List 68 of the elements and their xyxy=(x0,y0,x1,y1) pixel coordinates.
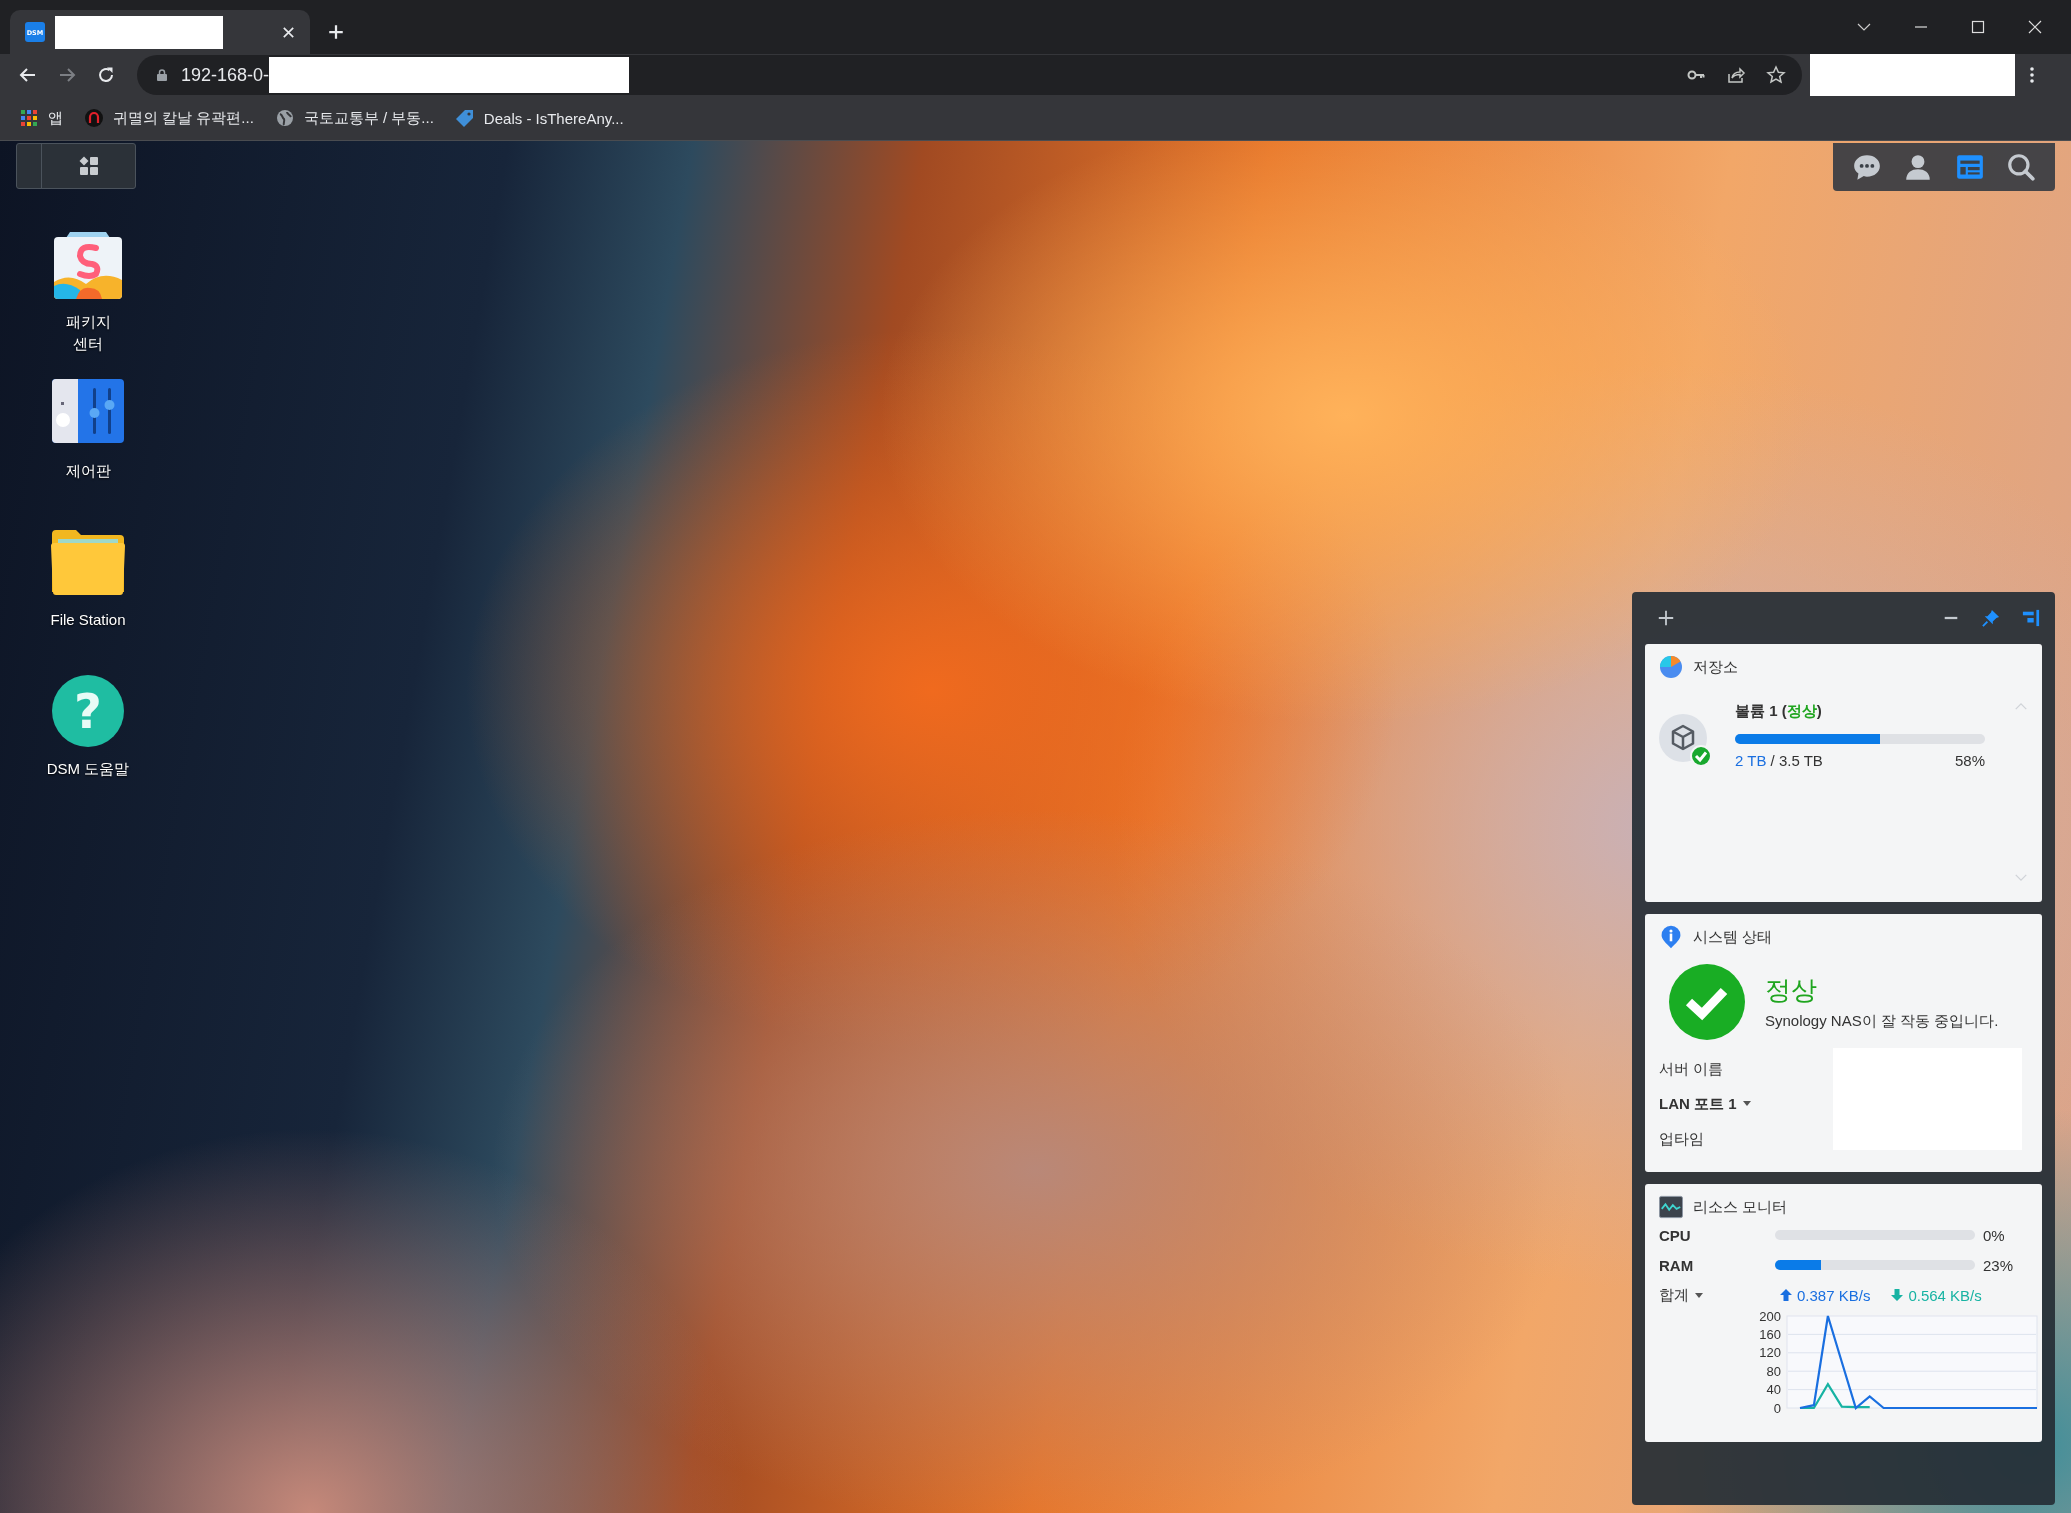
meter-reading: 23% xyxy=(1983,1256,2014,1274)
capacity-text: 2 TB / 3.5 TB xyxy=(1735,752,1823,769)
status-text: 정상 xyxy=(1765,974,1818,1007)
address-bar[interactable]: 192-168-0- xyxy=(137,55,1802,95)
axis-tick-label: 80 xyxy=(1766,1363,1781,1379)
upload-rate: 0.387 KB/s xyxy=(1797,1286,1871,1304)
main-menu-button[interactable] xyxy=(16,143,136,189)
bookmark-link[interactable]: 앱 xyxy=(20,108,63,128)
meter-reading: 0% xyxy=(1983,1226,2005,1244)
maximize-icon[interactable] xyxy=(1970,19,1986,35)
desktop-shortcut[interactable]: ? DSM 도움말 xyxy=(16,673,160,823)
widget-panel-icon xyxy=(1954,152,1985,182)
new-tab-icon[interactable] xyxy=(327,23,345,41)
caret-icon xyxy=(1695,1292,1703,1298)
upload-arrow-icon xyxy=(1779,1288,1793,1302)
tag-icon xyxy=(455,109,474,127)
info-pin-icon xyxy=(1659,925,1683,949)
bookmark-link[interactable]: 귀멸의 칼날 유곽편... xyxy=(85,108,254,128)
question-mark-icon: ? xyxy=(50,673,126,749)
usage-percent: 58% xyxy=(1954,752,1985,769)
search-icon xyxy=(2006,152,2037,182)
axis-tick-label: 120 xyxy=(1759,1345,1781,1361)
meter-label: RAM xyxy=(1659,1256,1695,1274)
url-text: 192-168-0- xyxy=(181,64,270,86)
widget-title: 리소스 모니터 xyxy=(1693,1197,1788,1217)
total-dropdown[interactable]: 합계 xyxy=(1659,1285,1775,1305)
widget-title: 시스템 상태 xyxy=(1693,927,1773,947)
share-icon[interactable] xyxy=(1726,65,1746,85)
bookmark-link[interactable]: Deals - IsThereAny... xyxy=(455,109,624,127)
caret-icon xyxy=(1742,1101,1751,1106)
desktop-shortcut[interactable]: File Station xyxy=(16,524,160,674)
desktop-shortcut[interactable]: 제어판 xyxy=(16,375,160,525)
desktop-shortcut[interactable]: 패키지 센터 xyxy=(16,226,160,376)
search-button[interactable] xyxy=(2006,152,2037,182)
axis-tick-label: 200 xyxy=(1759,1310,1781,1324)
close-icon[interactable] xyxy=(2027,19,2043,35)
monitor-wave-icon xyxy=(1659,1195,1683,1219)
meter-label: CPU xyxy=(1659,1226,1692,1244)
widgets-button[interactable] xyxy=(1954,152,1985,182)
port-dropdown[interactable]: LAN 포트 1 xyxy=(1659,1093,1751,1114)
close-icon[interactable] xyxy=(281,24,296,40)
sidebar-toggle-icon[interactable] xyxy=(2022,609,2040,627)
status-message: Synology NAS이 잘 작동 중입니다. xyxy=(1765,1012,1999,1031)
grid-icon xyxy=(79,156,99,176)
check-circle-icon xyxy=(1669,964,1745,1040)
pie-chart-icon xyxy=(1659,655,1683,679)
volume-title: 볼륨 1 (정상) xyxy=(1735,702,1823,721)
volume-cube-icon xyxy=(1659,714,1713,768)
chat-bubble-icon xyxy=(1851,152,1882,182)
axis-tick-label: 160 xyxy=(1759,1326,1781,1342)
pin-icon[interactable] xyxy=(1982,609,2000,627)
menu-icon[interactable] xyxy=(2029,65,2035,85)
widget-title: 저장소 xyxy=(1693,657,1738,677)
download-rate: 0.564 KB/s xyxy=(1908,1286,1982,1304)
info-label: 서버 이름 xyxy=(1659,1059,1725,1079)
arch-logo-icon xyxy=(85,109,103,127)
chat-button[interactable] xyxy=(1851,152,1882,182)
star-icon[interactable] xyxy=(1766,65,1786,85)
reload-icon[interactable] xyxy=(96,65,116,85)
apps-grid-icon xyxy=(20,109,38,127)
download-arrow-icon xyxy=(1890,1288,1905,1302)
axis-tick-label: 0 xyxy=(1773,1400,1781,1414)
add-icon[interactable] xyxy=(1657,609,1675,627)
axis-tick-label: 40 xyxy=(1766,1382,1781,1398)
globe-icon xyxy=(275,109,294,127)
lock-icon xyxy=(155,68,169,82)
info-label: 업타임 xyxy=(1659,1129,1705,1149)
bookmark-link[interactable]: 국토교통부 / 부동... xyxy=(275,108,434,128)
